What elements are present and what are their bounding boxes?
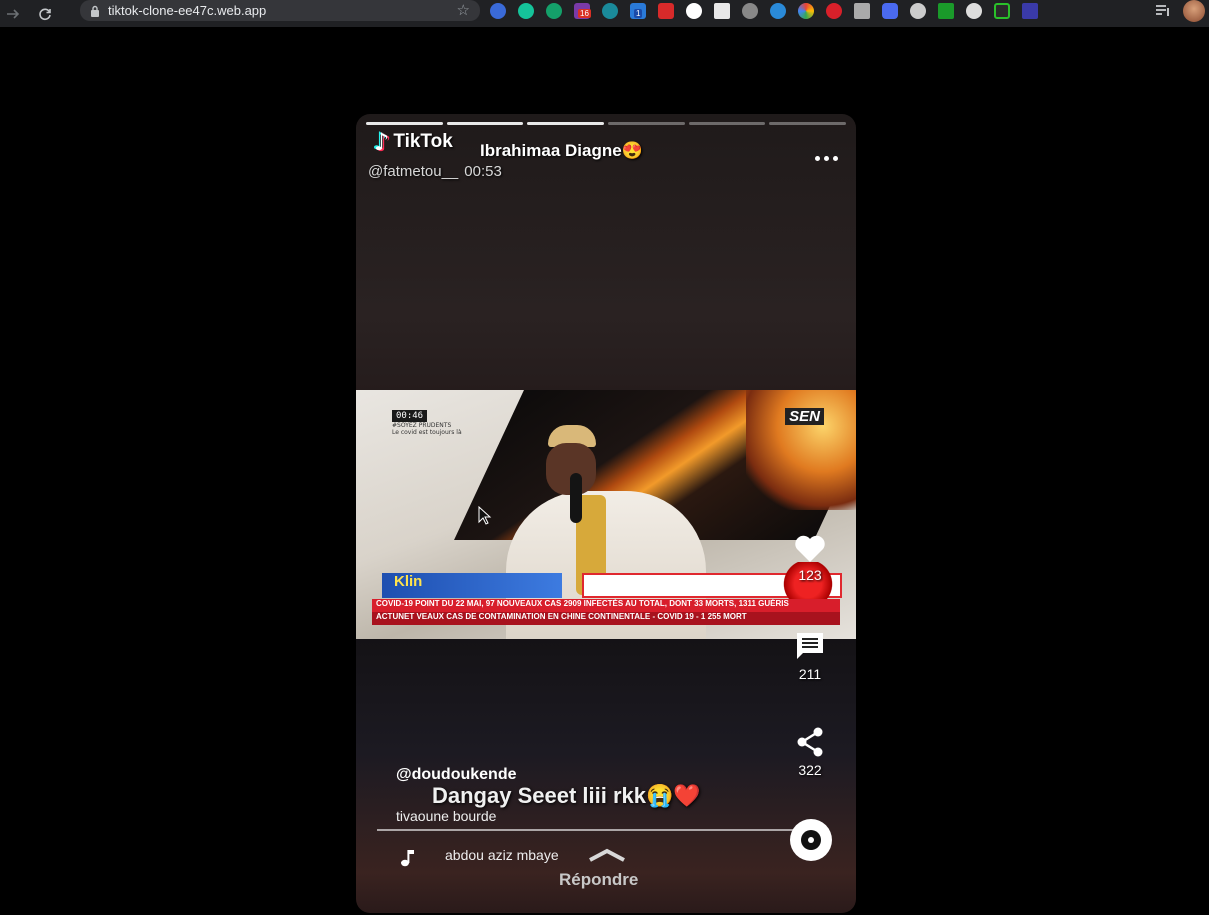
extension-icon[interactable] [602,2,618,19]
playlist-menu-icon[interactable] [1155,4,1171,18]
browser-toolbar: tiktok-clone-ee47c.web.app ☆ 16 1 [0,0,1209,27]
progress-segment [608,122,685,125]
extension-icon[interactable] [854,2,870,19]
extension-icon[interactable] [994,2,1010,19]
share-count: 322 [798,762,822,778]
share-icon [797,727,823,757]
chevron-up-icon[interactable] [588,848,626,862]
comment-icon [797,633,823,659]
zoom-icon[interactable] [882,2,898,19]
extension-bar: 16 1 [490,0,1038,21]
post-username[interactable]: @doudoukende [396,766,516,784]
url-text: tiktok-clone-ee47c.web.app [108,3,267,18]
extension-icon[interactable] [966,2,982,19]
comment-count: 211 [798,666,822,682]
video-overlay-handle: @fatmetou__ 00:53 [368,163,502,180]
story-progress-bar [366,122,847,126]
broadcast-caption: #SOYEZ PRUDENTS Le covid est toujours là [392,422,462,436]
extension-icon[interactable]: 16 [574,2,591,19]
song-title[interactable]: abdou aziz mbaye [445,847,559,863]
ticker-brand: Klin [382,573,562,598]
vinyl-disc-icon [801,830,821,850]
more-options-button[interactable] [815,156,838,161]
extension-icon[interactable] [1022,2,1038,19]
progress-segment [446,122,524,125]
extension-icon[interactable] [826,2,842,19]
lock-icon [91,5,99,17]
comment-button[interactable]: 211 [790,630,830,682]
tiktok-watermark: ♪ TikTok [374,128,453,156]
badge-count: 1 [634,8,643,18]
video-player[interactable]: 00:46 #SOYEZ PRUDENTS Le covid est toujou… [356,390,856,639]
download-icon[interactable] [938,2,954,19]
tiktok-note-icon: ♪ [374,128,390,156]
microphone [570,473,582,523]
bookmark-star-icon[interactable]: ☆ [457,1,470,19]
dot-icon [824,156,829,161]
react-devtools-icon[interactable] [770,2,786,19]
forward-button[interactable] [0,0,26,27]
broadcast-timer: 00:46 [392,410,428,422]
extension-icon[interactable] [910,2,926,19]
address-bar[interactable]: tiktok-clone-ee47c.web.app ☆ [80,0,480,21]
video-overlay-caption: Dangay Seeet liii rkk😭❤️ [432,783,701,808]
video-overlay-title: Ibrahimaa Diagne😍 [480,141,643,160]
progress-segment [527,122,605,125]
overlay-handle-text: @fatmetou__ [368,163,459,180]
grammarly-icon[interactable] [518,2,534,19]
badge-count: 16 [578,8,591,18]
progress-segment [366,122,443,125]
mouse-cursor-icon [478,506,492,525]
heart-icon [795,535,825,562]
extension-icon[interactable] [742,2,758,19]
post-description: tivaoune bourde [396,808,497,824]
extension-icon[interactable]: 1 [630,2,646,19]
arrow-right-icon [7,8,20,19]
extension-icon[interactable] [686,2,702,19]
dot-icon [833,156,838,161]
ticker-line-2: ACTUNET VEAUX CAS DE CONTAMINATION EN CH… [372,612,840,625]
profile-avatar[interactable] [1183,0,1205,22]
ticker-top: Klin [382,573,842,598]
tiktok-logo-text: TikTok [393,131,453,152]
extension-icon[interactable] [546,2,562,19]
divider [377,829,797,831]
music-note-icon [401,850,414,867]
extension-icon[interactable] [658,2,674,19]
like-button[interactable]: 123 [790,535,830,583]
like-count: 123 [798,567,822,583]
chrome-icon[interactable] [798,2,814,19]
reply-button[interactable]: Répondre [559,870,638,890]
dot-icon [815,156,820,161]
extension-icon[interactable] [490,2,506,19]
progress-segment [688,122,766,125]
extension-icon[interactable] [714,2,730,19]
ticker-line-1: COVID-19 POINT DU 22 MAI, 97 NOUVEAUX CA… [372,599,840,612]
reload-icon [39,7,51,20]
overlay-time: 00:53 [464,163,502,180]
share-button[interactable]: 322 [790,726,830,778]
progress-segment [769,122,847,125]
channel-logo: SEN [785,408,824,425]
music-disc-button[interactable] [790,819,832,861]
reload-button[interactable] [32,0,58,27]
